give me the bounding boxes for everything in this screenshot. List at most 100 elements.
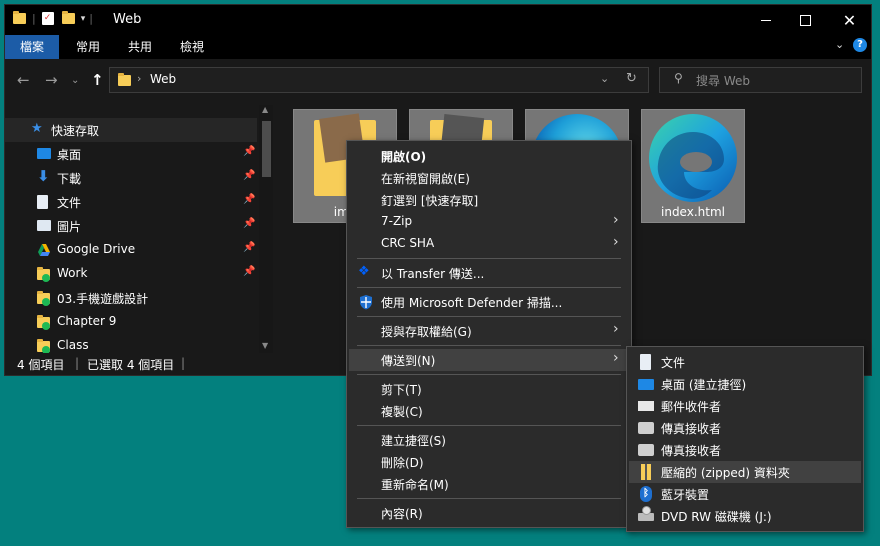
title-bar: | ✓ ▾ | Web ✕ <box>5 5 871 35</box>
menu-item-label: 複製(C) <box>381 405 423 419</box>
send-to-desktop-shortcut[interactable]: 桌面 (建立捷徑) <box>629 373 861 395</box>
menu-item-7zip[interactable]: 7-Zip › <box>349 211 629 233</box>
zip-folder-icon <box>641 464 651 480</box>
status-divider: | <box>75 356 80 370</box>
edge-icon <box>649 114 737 202</box>
maximize-button[interactable] <box>783 5 828 35</box>
toolbar-divider: | <box>89 12 93 25</box>
sidebar-item-label: 文件 <box>57 196 82 210</box>
minimize-button[interactable] <box>743 5 788 35</box>
selected-count: 已選取 4 個項目 <box>87 358 175 372</box>
menu-item-label: 7-Zip <box>381 214 413 228</box>
sidebar-item-chapter-9[interactable]: Chapter 9 <box>5 310 257 334</box>
menu-item-properties[interactable]: 內容(R) <box>349 502 629 524</box>
tab-share[interactable]: 共用 <box>117 35 163 59</box>
new-folder-icon[interactable] <box>61 11 75 24</box>
menu-item-crc-sha[interactable]: CRC SHA › <box>349 233 629 255</box>
menu-item-open-new-window[interactable]: 在新視窗開啟(E) <box>349 167 629 189</box>
mail-icon <box>638 401 654 411</box>
menu-item-label: 剪下(T) <box>381 383 422 397</box>
sidebar-item-downloads[interactable]: ⬇ 下載 📌 <box>5 166 257 190</box>
menu-separator <box>357 287 621 288</box>
menu-item-copy[interactable]: 複製(C) <box>349 400 629 422</box>
sidebar-item-label: 圖片 <box>57 220 82 234</box>
menu-item-label: 建立捷徑(S) <box>381 434 446 448</box>
sidebar-scrollbar[interactable]: ▲ ▼ <box>259 105 273 353</box>
folder-icon <box>118 73 131 86</box>
menu-item-create-shortcut[interactable]: 建立捷徑(S) <box>349 429 629 451</box>
fax-icon <box>638 444 654 456</box>
sidebar-item-label: Work <box>57 266 88 280</box>
minimize-icon <box>760 19 771 21</box>
refresh-icon[interactable]: ↻ <box>626 71 637 86</box>
search-input[interactable]: ⚲ 搜尋 Web <box>659 67 862 93</box>
send-to-bluetooth[interactable]: ᛒ 藍牙裝置 <box>629 483 861 505</box>
menu-item-delete[interactable]: 刪除(D) <box>349 451 629 473</box>
pin-icon[interactable]: 📌 <box>243 266 255 277</box>
menu-item-defender-scan[interactable]: 使用 Microsoft Defender 掃描... <box>349 291 629 313</box>
back-button[interactable]: ← <box>17 71 30 89</box>
folder-icon <box>13 11 26 24</box>
pin-icon[interactable]: 📌 <box>243 218 255 229</box>
address-box[interactable]: › Web ⌄ ↻ <box>109 67 649 93</box>
sidebar-item-documents[interactable]: 文件 📌 <box>5 190 257 214</box>
ribbon-tabs: 檔案 常用 共用 檢視 ⌄ ? <box>5 35 871 59</box>
sidebar-item-desktop[interactable]: 桌面 📌 <box>5 142 257 166</box>
menu-item-label: CRC SHA <box>381 236 435 250</box>
sidebar-item-mobile-game-design[interactable]: 03.手機遊戲設計 <box>5 286 257 310</box>
desktop-icon <box>638 379 654 390</box>
menu-item-cut[interactable]: 剪下(T) <box>349 378 629 400</box>
scrollbar-thumb[interactable] <box>262 121 271 177</box>
pin-icon[interactable]: 📌 <box>243 242 255 253</box>
menu-item-label: 內容(R) <box>381 507 423 521</box>
menu-item-rename[interactable]: 重新命名(M) <box>349 473 629 495</box>
expand-ribbon-icon[interactable]: ⌄ <box>835 38 844 51</box>
synced-folder-icon <box>37 315 51 330</box>
close-button[interactable]: ✕ <box>827 5 872 35</box>
context-menu: 開啟(O) 在新視窗開啟(E) 釘選到 [快速存取] 7-Zip › CRC SH… <box>346 140 632 528</box>
menu-item-transfer[interactable]: ❖ 以 Transfer 傳送... <box>349 262 629 284</box>
properties-icon[interactable]: ✓ <box>41 12 54 25</box>
tab-file[interactable]: 檔案 <box>5 35 59 59</box>
sidebar-item-work[interactable]: Work 📌 <box>5 262 257 286</box>
synced-folder-icon <box>37 291 51 306</box>
up-button[interactable]: ↑ <box>91 71 104 89</box>
menu-item-label: 釘選到 [快速存取] <box>381 194 479 208</box>
send-to-dvd-drive[interactable]: DVD RW 磁碟機 (J:) <box>629 505 861 527</box>
pin-icon[interactable]: 📌 <box>243 194 255 205</box>
menu-item-open[interactable]: 開啟(O) <box>349 145 629 167</box>
send-to-fax-recipient[interactable]: 傳真接收者 <box>629 417 861 439</box>
tab-home[interactable]: 常用 <box>63 35 113 59</box>
sidebar-item-google-drive[interactable]: Google Drive 📌 <box>5 238 257 262</box>
sidebar-item-pictures[interactable]: 圖片 📌 <box>5 214 257 238</box>
recent-locations-button[interactable]: ⌄ <box>71 75 79 86</box>
pin-icon[interactable]: 📌 <box>243 146 255 157</box>
file-tile[interactable]: index.html <box>641 109 745 223</box>
sidebar-item-class[interactable]: Class <box>5 334 257 353</box>
help-icon[interactable]: ? <box>853 38 867 52</box>
send-to-zip-folder[interactable]: 壓縮的 (zipped) 資料夾 <box>629 461 861 483</box>
chevron-down-icon[interactable]: ⌄ <box>600 72 609 85</box>
menu-item-give-access[interactable]: 授與存取權給(G) › <box>349 320 629 342</box>
sidebar-item-label: Class <box>57 338 89 352</box>
scroll-up-icon[interactable]: ▲ <box>262 105 268 114</box>
scroll-down-icon[interactable]: ▼ <box>262 341 268 350</box>
dvd-drive-icon <box>638 506 654 521</box>
menu-item-send-to[interactable]: 傳送到(N) › <box>349 349 629 371</box>
menu-item-label: 文件 <box>661 356 686 370</box>
menu-item-label: 傳送到(N) <box>381 354 436 368</box>
forward-button[interactable]: → <box>45 71 58 89</box>
send-to-fax-recipient-2[interactable]: 傳真接收者 <box>629 439 861 461</box>
tab-view[interactable]: 檢視 <box>169 35 215 59</box>
desktop-icon <box>37 148 51 159</box>
sidebar-item-quick-access[interactable]: ★ 快速存取 <box>5 118 257 142</box>
send-to-documents[interactable]: 文件 <box>629 351 861 373</box>
synced-folder-icon <box>37 267 51 282</box>
send-to-mail-recipient[interactable]: 郵件收件者 <box>629 395 861 417</box>
menu-separator <box>357 345 621 346</box>
customize-toolbar-icon[interactable]: ▾ <box>81 14 86 24</box>
pin-icon[interactable]: 📌 <box>243 170 255 181</box>
file-name: index.html <box>661 205 725 219</box>
window-title: Web <box>113 12 142 27</box>
menu-item-pin-quick-access[interactable]: 釘選到 [快速存取] <box>349 189 629 211</box>
